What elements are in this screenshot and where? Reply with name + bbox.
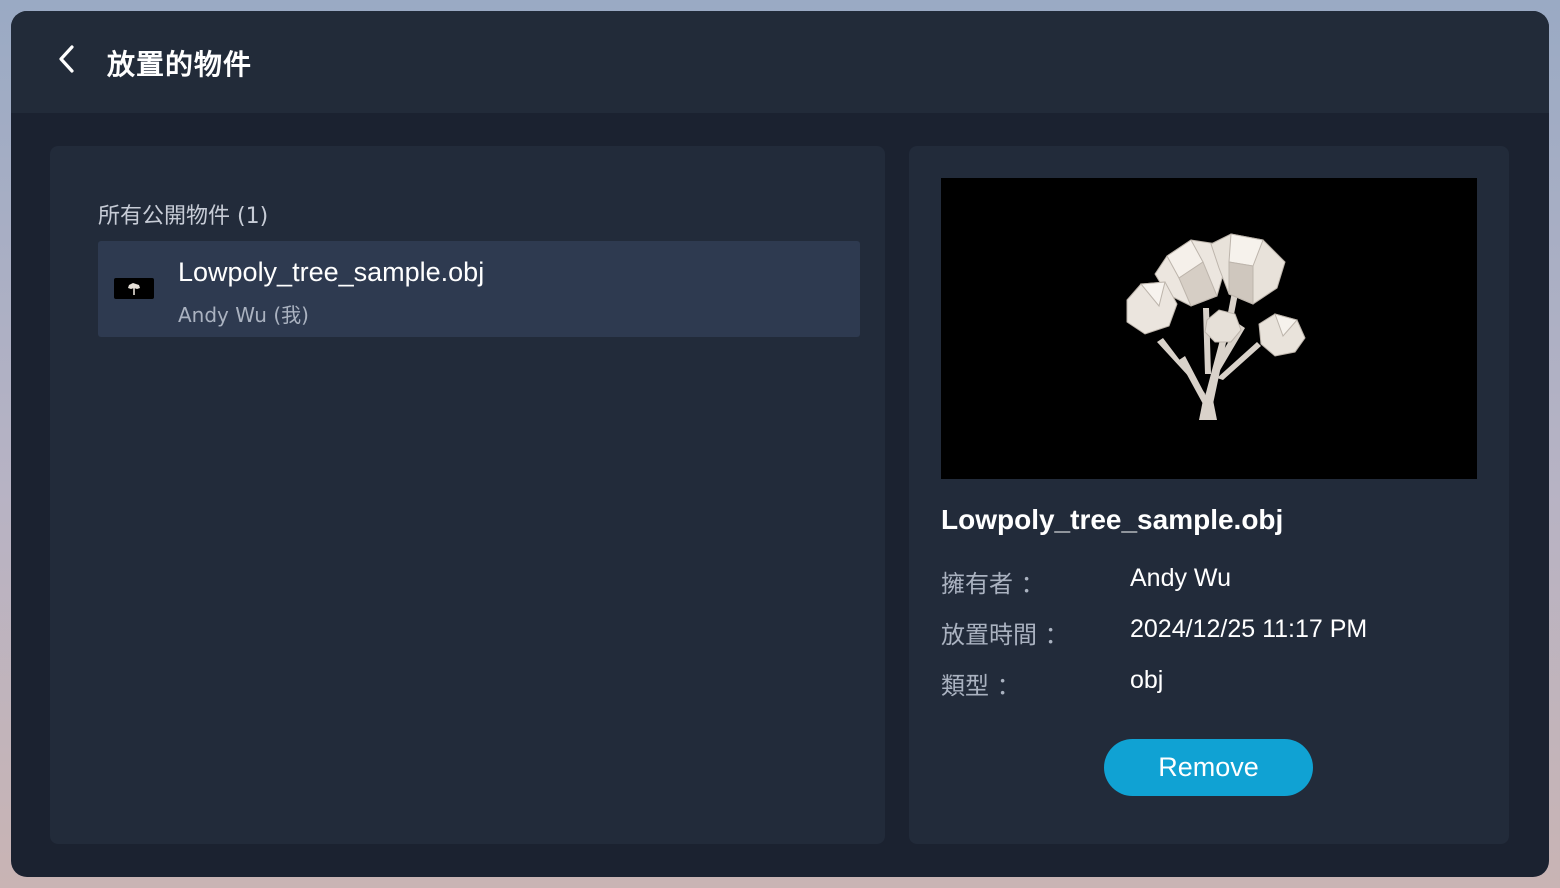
lowpoly-tree-preview: [1126, 233, 1306, 420]
detail-object-name: Lowpoly_tree_sample.obj: [941, 504, 1284, 535]
object-list-panel: 所有公開物件 (1) Lowpoly_tree_sample.obj Andy …: [50, 146, 885, 844]
owner-row: 擁有者 ： Andy Wu: [941, 564, 1481, 598]
placed-time-label: 放置時間 ：: [941, 621, 1069, 649]
placed-time-value: 2024/12/25 11:17 PM: [1130, 615, 1368, 643]
type-value: obj: [1130, 666, 1164, 694]
list-item-name: Lowpoly_tree_sample.obj: [178, 257, 485, 287]
type-label: 類型 ：: [941, 672, 1021, 700]
list-item[interactable]: Lowpoly_tree_sample.obj Andy Wu (我): [98, 241, 860, 337]
chevron-left-icon: [56, 43, 78, 80]
placed-objects-window: 放置的物件 所有公開物件 (1) Lowpoly_tree_sample.obj…: [11, 11, 1549, 877]
list-item-owner: Andy Wu (我): [178, 303, 309, 327]
header-bar: 放置的物件: [11, 11, 1549, 113]
placed-time-row: 放置時間 ： 2024/12/25 11:17 PM: [941, 615, 1481, 649]
model-preview[interactable]: [941, 178, 1477, 479]
tree-thumbnail-icon: [114, 278, 154, 299]
object-detail-panel: Lowpoly_tree_sample.obj 擁有者 ： Andy Wu 放置…: [909, 146, 1509, 844]
owner-value: Andy Wu: [1130, 564, 1231, 592]
section-label: 所有公開物件 (1): [98, 204, 269, 229]
remove-button[interactable]: Remove: [1104, 739, 1313, 796]
owner-label: 擁有者 ：: [941, 570, 1045, 598]
type-row: 類型 ： obj: [941, 666, 1481, 700]
back-button[interactable]: [47, 41, 87, 81]
page-title: 放置的物件: [107, 48, 253, 81]
